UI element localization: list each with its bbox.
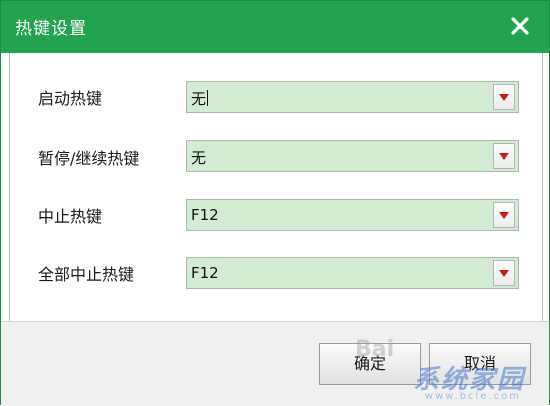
dialog-footer: 确定 取消 (1, 321, 549, 406)
pause-resume-hotkey-dropdown-button[interactable] (493, 143, 515, 169)
stop-hotkey-value: F12 (191, 206, 219, 224)
stop-hotkey-select[interactable]: F12 (186, 199, 519, 231)
title-bar[interactable]: 热键设置 (1, 1, 549, 53)
stop-all-hotkey-dropdown-button[interactable] (493, 260, 515, 286)
hotkey-settings-dialog: 热键设置 启动热键 无 暂停/继续热键 无 中止热键 F12 全部中止热键 F1… (0, 0, 550, 406)
chevron-down-icon (499, 94, 509, 101)
cancel-button[interactable]: 取消 (429, 343, 531, 385)
close-button[interactable] (505, 11, 535, 41)
start-hotkey-label: 启动热键 (38, 89, 103, 108)
stop-hotkey-label: 中止热键 (38, 207, 103, 226)
start-hotkey-dropdown-button[interactable] (493, 84, 515, 110)
settings-panel: 启动热键 无 暂停/继续热键 无 中止热键 F12 全部中止热键 F12 (9, 53, 543, 321)
chevron-down-icon (499, 270, 509, 277)
start-hotkey-value: 无 (191, 90, 209, 108)
pause-resume-hotkey-label: 暂停/继续热键 (38, 149, 140, 168)
stop-all-hotkey-select[interactable]: F12 (186, 257, 519, 289)
pause-resume-hotkey-value: 无 (191, 149, 207, 167)
chevron-down-icon (499, 212, 509, 219)
text-cursor (207, 90, 209, 106)
start-hotkey-select[interactable]: 无 (186, 81, 519, 113)
chevron-down-icon (499, 153, 509, 160)
stop-all-hotkey-value: F12 (191, 264, 219, 282)
ok-button[interactable]: 确定 (319, 343, 421, 385)
pause-resume-hotkey-select[interactable]: 无 (186, 140, 519, 172)
stop-hotkey-dropdown-button[interactable] (493, 202, 515, 228)
dialog-title: 热键设置 (15, 19, 87, 39)
stop-all-hotkey-label: 全部中止热键 (38, 265, 135, 284)
close-icon (511, 17, 529, 35)
